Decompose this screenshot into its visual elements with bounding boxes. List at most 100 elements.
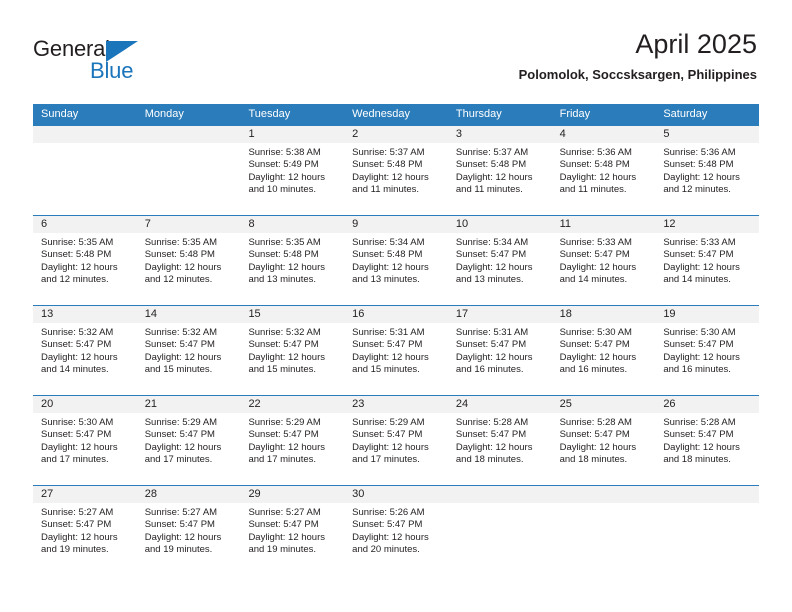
calendar-page: General Blue April 2025 Polomolok, Soccs… bbox=[0, 0, 792, 612]
sunrise-text: Sunrise: 5:30 AM bbox=[41, 417, 114, 428]
daylight-text-line2: and 11 minutes. bbox=[455, 184, 523, 196]
day-cell[interactable]: 9 Sunrise: 5:34 AM Sunset: 5:48 PM Dayli… bbox=[344, 216, 448, 305]
day-cell[interactable] bbox=[447, 486, 552, 575]
week-row: 27 Sunrise: 5:27 AM Sunset: 5:47 PM Dayl… bbox=[33, 485, 760, 575]
day-cell[interactable]: 8 Sunrise: 5:35 AM Sunset: 5:48 PM Dayli… bbox=[240, 216, 345, 305]
day-number: 30 bbox=[344, 486, 448, 503]
day-cell[interactable]: 7 Sunrise: 5:35 AM Sunset: 5:48 PM Dayli… bbox=[136, 216, 241, 305]
day-number: 5 bbox=[655, 126, 760, 143]
general-blue-logo[interactable]: General Blue bbox=[33, 36, 163, 84]
daylight-text-line1: Daylight: 12 hours bbox=[248, 261, 326, 273]
day-cell[interactable] bbox=[551, 486, 656, 575]
day-details: Sunrise: 5:37 AM Sunset: 5:48 PM Dayligh… bbox=[448, 143, 552, 197]
sunset-text: Sunset: 5:47 PM bbox=[144, 339, 215, 351]
day-cell[interactable]: 23 Sunrise: 5:29 AM Sunset: 5:47 PM Dayl… bbox=[344, 396, 448, 485]
day-cell[interactable]: 10 Sunrise: 5:34 AM Sunset: 5:47 PM Dayl… bbox=[447, 216, 552, 305]
daylight-text-line1: Daylight: 12 hours bbox=[663, 171, 740, 183]
day-details: Sunrise: 5:34 AM Sunset: 5:47 PM Dayligh… bbox=[448, 233, 552, 287]
day-number: 2 bbox=[344, 126, 448, 143]
day-cell[interactable]: 30 Sunrise: 5:26 AM Sunset: 5:47 PM Dayl… bbox=[344, 486, 448, 575]
daylight-text-line2: and 17 minutes. bbox=[41, 454, 109, 466]
week-row: 13 Sunrise: 5:32 AM Sunset: 5:47 PM Dayl… bbox=[33, 305, 760, 395]
sunrise-text: Sunrise: 5:29 AM bbox=[248, 417, 321, 428]
sunrise-text: Sunrise: 5:32 AM bbox=[144, 327, 218, 338]
day-number: 11 bbox=[551, 216, 656, 233]
day-cell[interactable]: 11 Sunrise: 5:33 AM Sunset: 5:47 PM Dayl… bbox=[551, 216, 656, 305]
day-number: 28 bbox=[136, 486, 241, 503]
day-cell[interactable]: 5 Sunrise: 5:36 AM Sunset: 5:48 PM Dayli… bbox=[655, 126, 760, 215]
daylight-text-line2: and 17 minutes. bbox=[144, 454, 213, 466]
day-details bbox=[448, 503, 552, 507]
day-cell[interactable]: 18 Sunrise: 5:30 AM Sunset: 5:47 PM Dayl… bbox=[551, 306, 656, 395]
day-number bbox=[447, 486, 552, 503]
sunset-text: Sunset: 5:47 PM bbox=[41, 429, 112, 441]
sunset-text: Sunset: 5:47 PM bbox=[455, 339, 527, 351]
sunset-text: Sunset: 5:47 PM bbox=[144, 519, 215, 531]
sunrise-text: Sunrise: 5:28 AM bbox=[455, 417, 529, 428]
daylight-text-line1: Daylight: 12 hours bbox=[352, 531, 429, 543]
daylight-text-line2: and 11 minutes. bbox=[352, 184, 420, 196]
day-details: Sunrise: 5:34 AM Sunset: 5:48 PM Dayligh… bbox=[344, 233, 448, 287]
day-cell[interactable]: 15 Sunrise: 5:32 AM Sunset: 5:47 PM Dayl… bbox=[240, 306, 345, 395]
day-cell[interactable]: 22 Sunrise: 5:29 AM Sunset: 5:47 PM Dayl… bbox=[240, 396, 345, 485]
day-cell[interactable]: 16 Sunrise: 5:31 AM Sunset: 5:47 PM Dayl… bbox=[344, 306, 448, 395]
day-cell[interactable]: 21 Sunrise: 5:29 AM Sunset: 5:47 PM Dayl… bbox=[136, 396, 241, 485]
daylight-text-line2: and 12 minutes. bbox=[663, 184, 731, 196]
sunrise-text: Sunrise: 5:35 AM bbox=[248, 237, 321, 248]
day-details: Sunrise: 5:30 AM Sunset: 5:47 PM Dayligh… bbox=[655, 323, 759, 377]
day-cell[interactable]: 26 Sunrise: 5:28 AM Sunset: 5:47 PM Dayl… bbox=[655, 396, 760, 485]
day-cell[interactable]: 29 Sunrise: 5:27 AM Sunset: 5:47 PM Dayl… bbox=[240, 486, 345, 575]
day-cell[interactable]: 4 Sunrise: 5:36 AM Sunset: 5:48 PM Dayli… bbox=[551, 126, 656, 215]
day-number: 6 bbox=[33, 216, 137, 233]
daylight-text-line2: and 14 minutes. bbox=[559, 274, 628, 286]
daylight-text-line2: and 18 minutes. bbox=[559, 454, 628, 466]
day-cell[interactable]: 27 Sunrise: 5:27 AM Sunset: 5:47 PM Dayl… bbox=[33, 486, 137, 575]
day-cell[interactable]: 1 Sunrise: 5:38 AM Sunset: 5:49 PM Dayli… bbox=[240, 126, 345, 215]
sunset-text: Sunset: 5:48 PM bbox=[352, 249, 423, 261]
day-number: 7 bbox=[136, 216, 241, 233]
daylight-text-line1: Daylight: 12 hours bbox=[559, 171, 637, 183]
sunset-text: Sunset: 5:48 PM bbox=[144, 249, 215, 261]
weekday-header-row: Sunday Monday Tuesday Wednesday Thursday… bbox=[33, 104, 759, 125]
day-cell[interactable]: 28 Sunrise: 5:27 AM Sunset: 5:47 PM Dayl… bbox=[136, 486, 241, 575]
day-cell[interactable]: 6 Sunrise: 5:35 AM Sunset: 5:48 PM Dayli… bbox=[33, 216, 137, 305]
sunset-text: Sunset: 5:48 PM bbox=[559, 159, 630, 171]
day-cell[interactable] bbox=[33, 126, 137, 215]
day-cell[interactable]: 2 Sunrise: 5:37 AM Sunset: 5:48 PM Dayli… bbox=[344, 126, 448, 215]
sunrise-text: Sunrise: 5:30 AM bbox=[559, 327, 632, 338]
day-cell[interactable]: 25 Sunrise: 5:28 AM Sunset: 5:47 PM Dayl… bbox=[551, 396, 656, 485]
daylight-text-line1: Daylight: 12 hours bbox=[41, 531, 118, 543]
weekday-header-tuesday: Tuesday bbox=[248, 108, 291, 120]
sunrise-text: Sunrise: 5:37 AM bbox=[455, 147, 529, 158]
day-number: 10 bbox=[447, 216, 552, 233]
day-cell[interactable]: 17 Sunrise: 5:31 AM Sunset: 5:47 PM Dayl… bbox=[447, 306, 552, 395]
day-details: Sunrise: 5:35 AM Sunset: 5:48 PM Dayligh… bbox=[137, 233, 241, 287]
day-cell[interactable]: 3 Sunrise: 5:37 AM Sunset: 5:48 PM Dayli… bbox=[447, 126, 552, 215]
day-cell[interactable]: 19 Sunrise: 5:30 AM Sunset: 5:47 PM Dayl… bbox=[655, 306, 760, 395]
daylight-text-line1: Daylight: 12 hours bbox=[559, 351, 637, 363]
sunset-text: Sunset: 5:48 PM bbox=[41, 249, 112, 261]
sunset-text: Sunset: 5:47 PM bbox=[41, 519, 112, 531]
day-details: Sunrise: 5:29 AM Sunset: 5:47 PM Dayligh… bbox=[137, 413, 241, 467]
day-cell[interactable]: 20 Sunrise: 5:30 AM Sunset: 5:47 PM Dayl… bbox=[33, 396, 137, 485]
daylight-text-line2: and 12 minutes. bbox=[41, 274, 109, 286]
day-cell[interactable]: 13 Sunrise: 5:32 AM Sunset: 5:47 PM Dayl… bbox=[33, 306, 137, 395]
day-cell[interactable]: 12 Sunrise: 5:33 AM Sunset: 5:47 PM Dayl… bbox=[655, 216, 760, 305]
daylight-text-line2: and 11 minutes. bbox=[559, 184, 627, 196]
weekday-header-thursday: Thursday bbox=[455, 108, 502, 120]
page-subtitle: Polomolok, Soccsksargen, Philippines bbox=[518, 67, 757, 82]
daylight-text-line1: Daylight: 12 hours bbox=[559, 441, 637, 453]
day-cell[interactable] bbox=[136, 126, 241, 215]
sunset-text: Sunset: 5:48 PM bbox=[248, 249, 319, 261]
day-cell[interactable]: 24 Sunrise: 5:28 AM Sunset: 5:47 PM Dayl… bbox=[447, 396, 552, 485]
daylight-text-line2: and 18 minutes. bbox=[663, 454, 731, 466]
daylight-text-line2: and 16 minutes. bbox=[455, 364, 524, 376]
sunset-text: Sunset: 5:49 PM bbox=[248, 159, 319, 171]
day-cell[interactable]: 14 Sunrise: 5:32 AM Sunset: 5:47 PM Dayl… bbox=[136, 306, 241, 395]
daylight-text-line2: and 12 minutes. bbox=[144, 274, 213, 286]
sunset-text: Sunset: 5:47 PM bbox=[352, 339, 423, 351]
sunset-text: Sunset: 5:47 PM bbox=[559, 339, 630, 351]
daylight-text-line1: Daylight: 12 hours bbox=[41, 351, 118, 363]
day-cell[interactable] bbox=[655, 486, 760, 575]
weekday-header-sunday: Sunday bbox=[41, 108, 79, 120]
